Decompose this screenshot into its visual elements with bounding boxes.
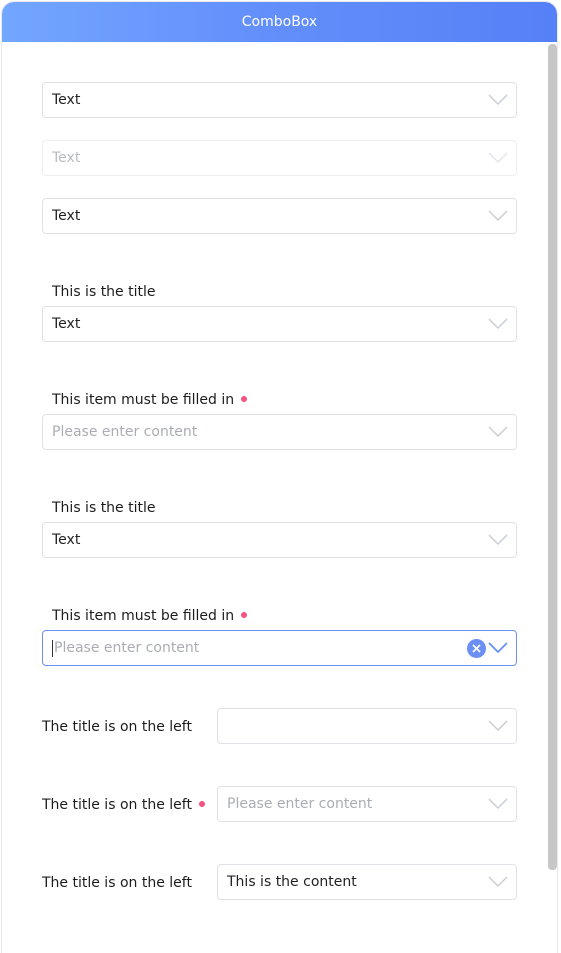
required-indicator (198, 801, 205, 807)
required-indicator (241, 612, 248, 618)
combobox-placeholder: Please enter content (52, 424, 198, 440)
chevron-down-icon (488, 152, 508, 163)
required-title-text: This item must be filled in (52, 392, 235, 408)
combobox-required-focused[interactable]: Please enter content (42, 630, 517, 666)
chevron-down-icon[interactable] (488, 720, 508, 732)
chevron-down-icon[interactable] (488, 642, 508, 654)
combobox-left-required-title: The title is on the left (42, 796, 205, 814)
combobox-required-title: This item must be filled in (52, 607, 248, 625)
chevron-down-icon[interactable] (488, 426, 508, 438)
combobox-left-title: The title is on the left (42, 875, 192, 891)
combobox-placeholder: Please enter content (227, 796, 373, 812)
required-indicator (241, 396, 248, 402)
combobox-placeholder: Please enter content (54, 640, 200, 656)
chevron-down-icon[interactable] (488, 318, 508, 330)
combobox-titled-2[interactable]: Text (42, 522, 517, 558)
chevron-down-icon[interactable] (488, 94, 508, 106)
combobox-title: This is the title (52, 284, 156, 300)
vertical-scrollbar[interactable] (548, 44, 557, 870)
window-title: ComboBox (2, 2, 557, 42)
combobox-left-empty[interactable] (217, 708, 517, 744)
chevron-down-icon[interactable] (488, 876, 508, 888)
combobox-title: This is the title (52, 500, 156, 516)
combobox-basic-2[interactable]: Text (42, 198, 517, 234)
combobox-value: This is the content (227, 874, 357, 890)
combobox-required[interactable]: Please enter content (42, 414, 517, 450)
chevron-down-icon[interactable] (488, 210, 508, 222)
combobox-value: Text (52, 92, 81, 108)
combobox-left-title: The title is on the left (42, 719, 192, 735)
combobox-value: Text (52, 316, 81, 332)
combobox-value: Text (52, 532, 81, 548)
required-title-text: The title is on the left (42, 797, 192, 813)
combobox-window: ComboBox Text Text Text This is the titl… (2, 2, 557, 953)
chevron-down-icon[interactable] (488, 534, 508, 546)
combobox-value: Text (52, 208, 81, 224)
combobox-left-required[interactable]: Please enter content (217, 786, 517, 822)
required-title-text: This item must be filled in (52, 608, 235, 624)
text-caret (52, 640, 53, 657)
combobox-titled[interactable]: Text (42, 306, 517, 342)
combobox-value: Text (52, 150, 81, 166)
combobox-required-title: This item must be filled in (52, 391, 248, 409)
clear-icon[interactable] (467, 639, 486, 658)
chevron-down-icon[interactable] (488, 798, 508, 810)
combobox-disabled: Text (42, 140, 517, 176)
combobox-basic[interactable]: Text (42, 82, 517, 118)
combobox-left-content[interactable]: This is the content (217, 864, 517, 900)
